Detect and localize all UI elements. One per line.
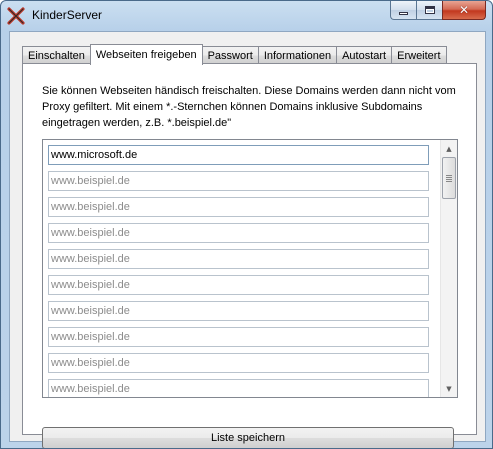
domain-input[interactable] bbox=[48, 327, 429, 347]
tab-informationen[interactable]: Informationen bbox=[257, 46, 338, 64]
scroll-thumb[interactable] bbox=[442, 157, 456, 199]
app-window: KinderServer ✕ Einschalten Webseiten fre… bbox=[0, 0, 493, 449]
tab-strip: Einschalten Webseiten freigeben Passwort… bbox=[22, 44, 447, 65]
domain-input[interactable] bbox=[48, 301, 429, 321]
domain-list-content bbox=[48, 145, 429, 397]
domain-input[interactable] bbox=[48, 145, 429, 165]
maximize-icon bbox=[424, 6, 435, 14]
grip-line bbox=[446, 175, 452, 176]
client-area: Einschalten Webseiten freigeben Passwort… bbox=[9, 31, 486, 448]
domain-input[interactable] bbox=[48, 275, 429, 295]
domain-input[interactable] bbox=[48, 249, 429, 269]
tab-passwort[interactable]: Passwort bbox=[201, 46, 259, 64]
grip-line bbox=[446, 181, 452, 182]
tab-erweitert[interactable]: Erweitert bbox=[391, 46, 447, 64]
minimize-button[interactable] bbox=[390, 1, 416, 20]
grip-line bbox=[446, 177, 452, 178]
domain-input[interactable] bbox=[48, 223, 429, 243]
domain-input[interactable] bbox=[48, 353, 429, 373]
maximize-button[interactable] bbox=[416, 1, 442, 20]
kinderserver-x-icon bbox=[7, 7, 25, 25]
grip-line bbox=[446, 179, 452, 180]
title-bar[interactable]: KinderServer ✕ bbox=[1, 1, 492, 31]
description-text: Sie können Webseiten händisch freischalt… bbox=[42, 85, 456, 129]
domain-input[interactable] bbox=[48, 197, 429, 217]
domain-list: ▲ ▼ bbox=[42, 139, 458, 398]
vertical-scrollbar[interactable]: ▲ ▼ bbox=[440, 140, 457, 397]
close-icon: ✕ bbox=[458, 3, 470, 17]
scroll-up-icon[interactable]: ▲ bbox=[441, 140, 457, 157]
window-title: KinderServer bbox=[32, 8, 103, 22]
tab-einschalten[interactable]: Einschalten bbox=[22, 46, 91, 64]
close-button[interactable]: ✕ bbox=[442, 1, 486, 20]
save-list-button[interactable]: Liste speichern bbox=[42, 427, 454, 448]
caption-buttons: ✕ bbox=[390, 1, 486, 21]
tab-webseiten-freigeben[interactable]: Webseiten freigeben bbox=[89, 44, 203, 65]
domain-input[interactable] bbox=[48, 171, 429, 191]
minimize-icon bbox=[399, 11, 408, 15]
tab-autostart[interactable]: Autostart bbox=[336, 46, 393, 64]
tab-panel-webseiten: Sie können Webseiten händisch freischalt… bbox=[22, 63, 477, 448]
domain-input[interactable] bbox=[48, 379, 429, 397]
scroll-down-icon[interactable]: ▼ bbox=[441, 380, 457, 397]
